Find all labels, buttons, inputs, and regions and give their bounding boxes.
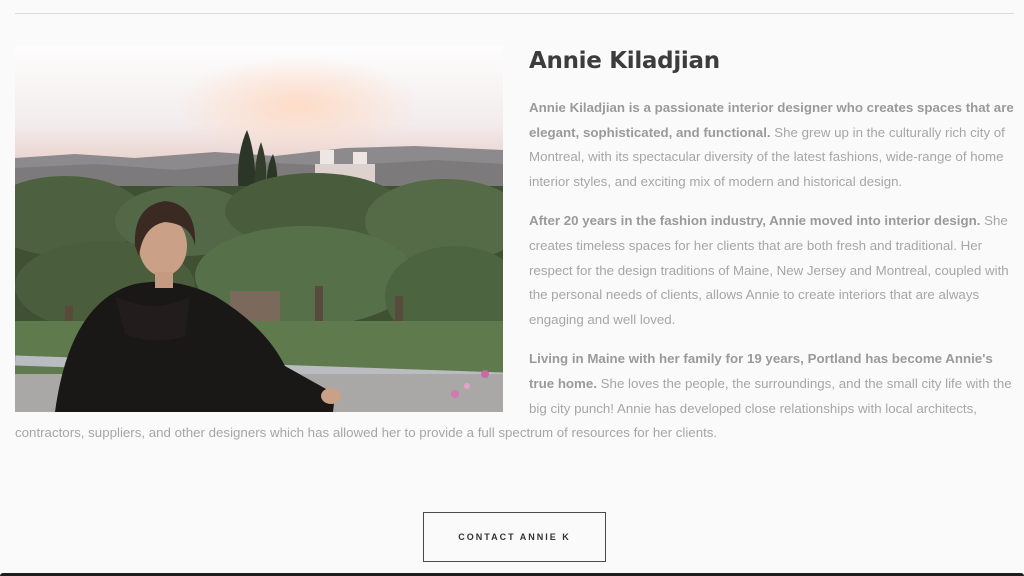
portrait-photo (15, 46, 503, 412)
page: Annie Kiladjian Annie Kiladjian is a pas… (0, 0, 1024, 576)
portrait-illustration (15, 46, 503, 412)
bio-section: Annie Kiladjian Annie Kiladjian is a pas… (15, 46, 1016, 446)
contact-button[interactable]: CONTACT ANNIE K (423, 512, 606, 562)
divider (15, 13, 1014, 14)
bio-paragraph-2-lead: After 20 years in the fashion industry, … (529, 213, 981, 229)
bio-paragraph-2-body: She creates timeless spaces for her clie… (529, 213, 1009, 327)
